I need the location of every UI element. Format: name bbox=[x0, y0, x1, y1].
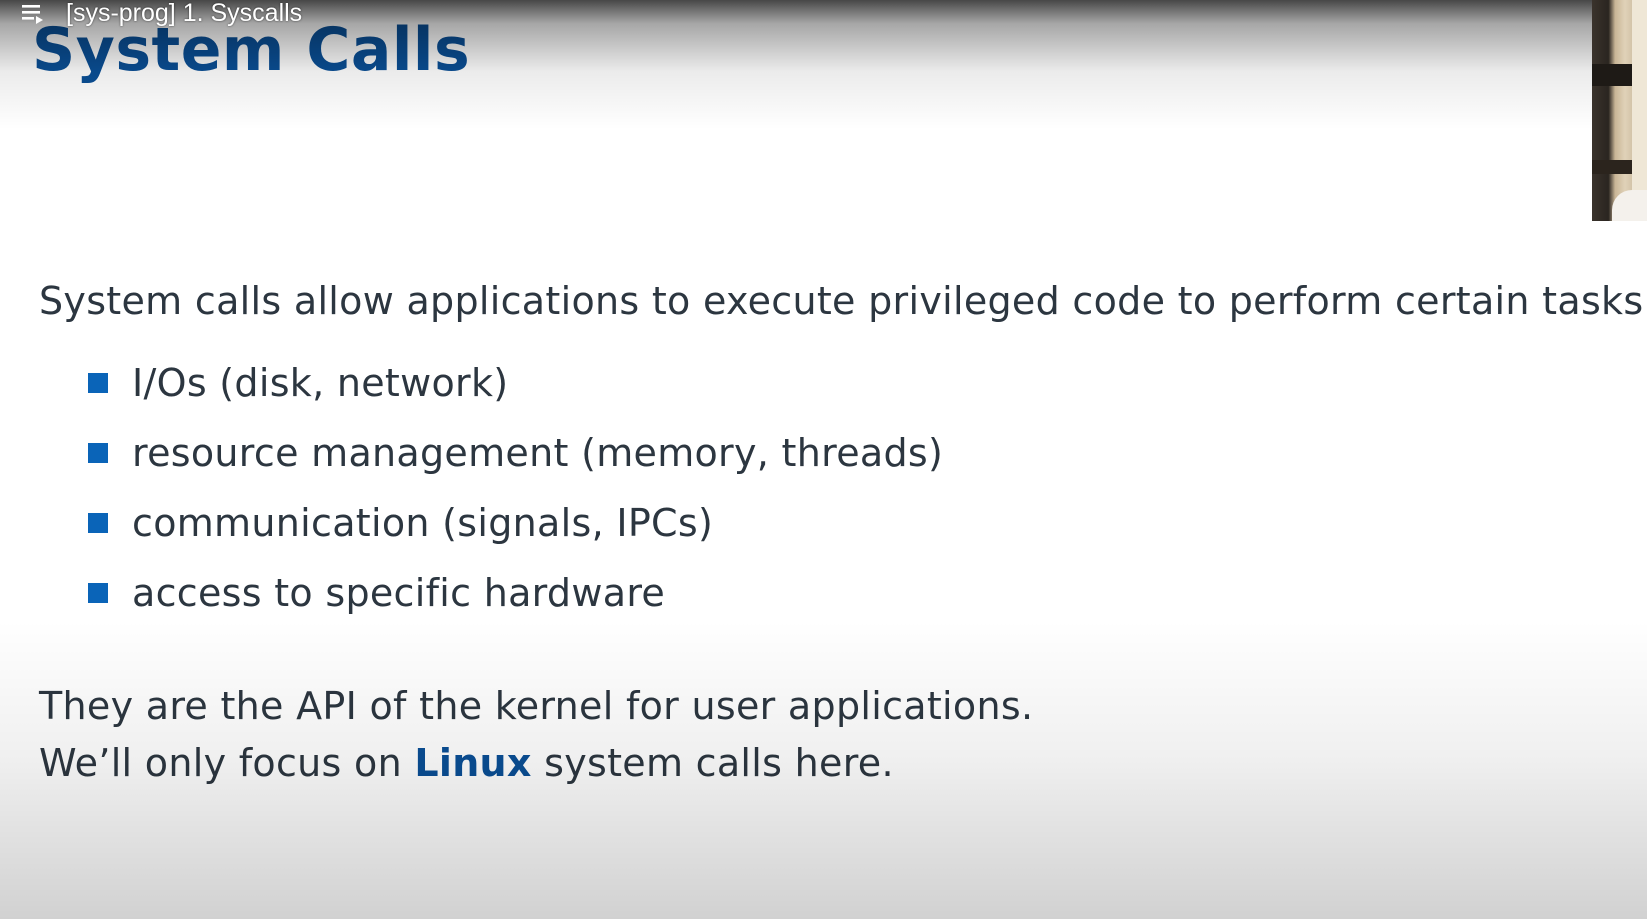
slide-closing: They are the API of the kernel for user … bbox=[39, 678, 1033, 792]
square-bullet-icon bbox=[88, 373, 108, 393]
bullet-text: resource management (memory, threads) bbox=[132, 431, 944, 475]
square-bullet-icon bbox=[88, 513, 108, 533]
list-item: resource management (memory, threads) bbox=[88, 418, 943, 488]
player-header: [sys-prog] 1. Syscalls bbox=[0, 0, 1400, 26]
bullet-text: communication (signals, IPCs) bbox=[132, 501, 714, 545]
webcam-overlay bbox=[1592, 0, 1647, 221]
webcam-background-door bbox=[1632, 0, 1647, 221]
list-item: I/Os (disk, network) bbox=[88, 348, 943, 418]
bullet-list: I/Os (disk, network) resource management… bbox=[88, 348, 943, 628]
bullet-text: access to specific hardware bbox=[132, 571, 666, 615]
webcam-presenter bbox=[1612, 190, 1647, 221]
video-title[interactable]: [sys-prog] 1. Syscalls bbox=[66, 0, 302, 26]
list-item: access to specific hardware bbox=[88, 558, 943, 628]
bullet-text: I/Os (disk, network) bbox=[132, 361, 509, 405]
square-bullet-icon bbox=[88, 583, 108, 603]
closing-line-2-end: system calls here. bbox=[531, 741, 894, 785]
video-player[interactable]: System Calls System calls allow applicat… bbox=[0, 0, 1647, 919]
closing-line-2-start: We’ll only focus on bbox=[39, 741, 415, 785]
list-item: communication (signals, IPCs) bbox=[88, 488, 943, 558]
presentation-slide: System Calls System calls allow applicat… bbox=[0, 0, 1647, 919]
closing-line-2: We’ll only focus on Linux system calls h… bbox=[39, 735, 1033, 792]
playlist-button[interactable] bbox=[20, 0, 46, 26]
closing-line-1: They are the API of the kernel for user … bbox=[39, 684, 1034, 728]
slide-intro: System calls allow applications to execu… bbox=[39, 279, 1647, 323]
square-bullet-icon bbox=[88, 443, 108, 463]
playlist-icon bbox=[22, 5, 43, 24]
emphasis-linux: Linux bbox=[414, 741, 532, 785]
